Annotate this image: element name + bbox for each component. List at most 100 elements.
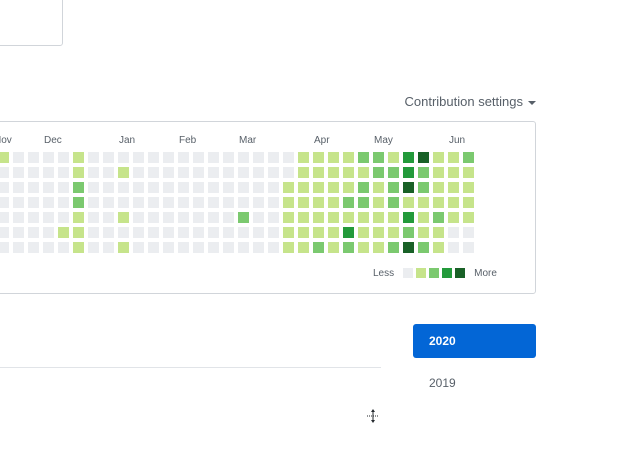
- calendar-day-cell[interactable]: [373, 227, 384, 238]
- calendar-day-cell[interactable]: [358, 197, 369, 208]
- calendar-day-cell[interactable]: [163, 242, 174, 253]
- calendar-day-cell[interactable]: [418, 167, 429, 178]
- calendar-day-cell[interactable]: [253, 152, 264, 163]
- calendar-day-cell[interactable]: [298, 197, 309, 208]
- calendar-day-cell[interactable]: [298, 182, 309, 193]
- calendar-day-cell[interactable]: [58, 212, 69, 223]
- calendar-day-cell[interactable]: [343, 167, 354, 178]
- calendar-day-cell[interactable]: [433, 242, 444, 253]
- calendar-day-cell[interactable]: [28, 227, 39, 238]
- calendar-day-cell[interactable]: [313, 212, 324, 223]
- calendar-day-cell[interactable]: [283, 197, 294, 208]
- calendar-day-cell[interactable]: [0, 197, 9, 208]
- calendar-day-cell[interactable]: [28, 182, 39, 193]
- calendar-day-cell[interactable]: [433, 197, 444, 208]
- year-link-2019[interactable]: 2019: [429, 376, 456, 390]
- calendar-day-cell[interactable]: [58, 182, 69, 193]
- calendar-day-cell[interactable]: [448, 212, 459, 223]
- calendar-day-cell[interactable]: [298, 152, 309, 163]
- calendar-day-cell[interactable]: [58, 152, 69, 163]
- calendar-day-cell[interactable]: [313, 227, 324, 238]
- calendar-day-cell[interactable]: [43, 242, 54, 253]
- calendar-day-cell[interactable]: [268, 182, 279, 193]
- calendar-day-cell[interactable]: [103, 152, 114, 163]
- calendar-day-cell[interactable]: [373, 212, 384, 223]
- calendar-day-cell[interactable]: [313, 197, 324, 208]
- calendar-day-cell[interactable]: [448, 242, 459, 253]
- calendar-day-cell[interactable]: [103, 227, 114, 238]
- calendar-day-cell[interactable]: [118, 167, 129, 178]
- calendar-day-cell[interactable]: [223, 182, 234, 193]
- calendar-day-cell[interactable]: [448, 152, 459, 163]
- calendar-day-cell[interactable]: [88, 182, 99, 193]
- calendar-day-cell[interactable]: [133, 152, 144, 163]
- calendar-day-cell[interactable]: [133, 242, 144, 253]
- calendar-day-cell[interactable]: [148, 182, 159, 193]
- calendar-day-cell[interactable]: [373, 167, 384, 178]
- calendar-day-cell[interactable]: [388, 167, 399, 178]
- calendar-day-cell[interactable]: [433, 152, 444, 163]
- calendar-day-cell[interactable]: [178, 182, 189, 193]
- calendar-day-cell[interactable]: [103, 182, 114, 193]
- calendar-day-cell[interactable]: [178, 152, 189, 163]
- resize-move-icon[interactable]: [366, 409, 380, 423]
- calendar-day-cell[interactable]: [238, 197, 249, 208]
- calendar-day-cell[interactable]: [463, 152, 474, 163]
- calendar-day-cell[interactable]: [463, 227, 474, 238]
- calendar-day-cell[interactable]: [223, 152, 234, 163]
- calendar-day-cell[interactable]: [403, 182, 414, 193]
- calendar-day-cell[interactable]: [43, 212, 54, 223]
- calendar-day-cell[interactable]: [28, 212, 39, 223]
- calendar-day-cell[interactable]: [343, 197, 354, 208]
- calendar-day-cell[interactable]: [418, 227, 429, 238]
- calendar-day-cell[interactable]: [373, 197, 384, 208]
- calendar-day-cell[interactable]: [88, 212, 99, 223]
- calendar-day-cell[interactable]: [0, 242, 9, 253]
- calendar-day-cell[interactable]: [238, 212, 249, 223]
- calendar-day-cell[interactable]: [298, 167, 309, 178]
- calendar-day-cell[interactable]: [58, 227, 69, 238]
- calendar-day-cell[interactable]: [373, 242, 384, 253]
- calendar-day-cell[interactable]: [43, 167, 54, 178]
- calendar-day-cell[interactable]: [148, 197, 159, 208]
- calendar-day-cell[interactable]: [313, 182, 324, 193]
- calendar-day-cell[interactable]: [388, 242, 399, 253]
- calendar-day-cell[interactable]: [298, 227, 309, 238]
- calendar-day-cell[interactable]: [403, 212, 414, 223]
- calendar-day-cell[interactable]: [283, 182, 294, 193]
- calendar-day-cell[interactable]: [268, 197, 279, 208]
- calendar-day-cell[interactable]: [253, 182, 264, 193]
- calendar-day-cell[interactable]: [283, 167, 294, 178]
- calendar-day-cell[interactable]: [463, 242, 474, 253]
- calendar-day-cell[interactable]: [403, 242, 414, 253]
- calendar-day-cell[interactable]: [298, 242, 309, 253]
- calendar-day-cell[interactable]: [328, 152, 339, 163]
- calendar-day-cell[interactable]: [73, 197, 84, 208]
- calendar-day-cell[interactable]: [178, 212, 189, 223]
- calendar-day-cell[interactable]: [403, 167, 414, 178]
- calendar-day-cell[interactable]: [133, 197, 144, 208]
- calendar-day-cell[interactable]: [58, 167, 69, 178]
- calendar-day-cell[interactable]: [0, 167, 9, 178]
- calendar-day-cell[interactable]: [0, 152, 9, 163]
- calendar-day-cell[interactable]: [13, 242, 24, 253]
- calendar-day-cell[interactable]: [178, 227, 189, 238]
- calendar-day-cell[interactable]: [463, 182, 474, 193]
- calendar-day-cell[interactable]: [88, 152, 99, 163]
- calendar-day-cell[interactable]: [0, 212, 9, 223]
- calendar-day-cell[interactable]: [328, 197, 339, 208]
- calendar-day-cell[interactable]: [343, 242, 354, 253]
- calendar-day-cell[interactable]: [73, 242, 84, 253]
- calendar-day-cell[interactable]: [313, 242, 324, 253]
- calendar-day-cell[interactable]: [343, 182, 354, 193]
- calendar-day-cell[interactable]: [73, 167, 84, 178]
- calendar-day-cell[interactable]: [178, 167, 189, 178]
- calendar-day-cell[interactable]: [208, 242, 219, 253]
- calendar-day-cell[interactable]: [118, 152, 129, 163]
- calendar-day-cell[interactable]: [238, 242, 249, 253]
- calendar-day-cell[interactable]: [103, 242, 114, 253]
- calendar-day-cell[interactable]: [163, 227, 174, 238]
- calendar-day-cell[interactable]: [118, 182, 129, 193]
- calendar-day-cell[interactable]: [238, 167, 249, 178]
- calendar-day-cell[interactable]: [73, 227, 84, 238]
